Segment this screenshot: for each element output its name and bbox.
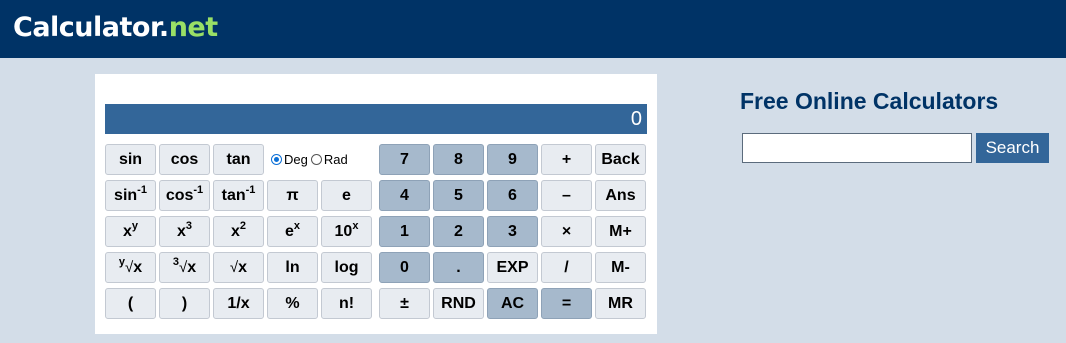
multiply-key[interactable]: × — [541, 216, 592, 247]
power-y-key[interactable]: xy — [105, 216, 156, 247]
sidebar-title: Free Online Calculators — [740, 88, 999, 114]
decimal-point-key[interactable]: . — [433, 252, 484, 283]
digit-5-key[interactable]: 5 — [433, 180, 484, 211]
digit-9-key[interactable]: 9 — [487, 144, 538, 175]
arcsin-key[interactable]: sin -1 — [105, 180, 156, 211]
random-key[interactable]: RND — [433, 288, 484, 319]
sin-key[interactable]: sin — [105, 144, 156, 175]
search-input[interactable] — [742, 133, 972, 163]
backspace-key[interactable]: Back — [595, 144, 646, 175]
percent-key[interactable]: % — [267, 288, 318, 319]
tan-key[interactable]: tan — [213, 144, 264, 175]
open-paren-key[interactable]: ( — [105, 288, 156, 319]
rad-radio-button[interactable] — [310, 154, 322, 165]
top-header-bar: Calculator.net — [0, 0, 1066, 58]
digit-6-key[interactable]: 6 — [487, 180, 538, 211]
exp-e-key[interactable]: ex — [267, 216, 318, 247]
digit-4-key[interactable]: 4 — [379, 180, 430, 211]
answer-key[interactable]: Ans — [595, 180, 646, 211]
rad-radio-label: Rad — [323, 152, 348, 167]
digit-1-key[interactable]: 1 — [379, 216, 430, 247]
logo-word: Calculator — [13, 12, 159, 43]
divide-key[interactable]: / — [541, 252, 592, 283]
reciprocal-key[interactable]: 1/x — [213, 288, 264, 319]
natural-log-key[interactable]: ln — [267, 252, 318, 283]
all-clear-key[interactable]: AC — [487, 288, 538, 319]
deg-radio-button[interactable] — [271, 154, 282, 165]
logo-tld: net — [168, 12, 218, 43]
memory-minus-key[interactable]: M- — [595, 252, 646, 283]
minus-key[interactable]: – — [541, 180, 592, 211]
square-root-key[interactable]: √ x — [213, 252, 264, 283]
arctan-key[interactable]: tan -1 — [213, 180, 264, 211]
yth-root-key[interactable]: y √ x — [105, 252, 156, 283]
arccos-key[interactable]: cos -1 — [159, 180, 210, 211]
memory-plus-key[interactable]: M+ — [595, 216, 646, 247]
digit-0-key[interactable]: 0 — [379, 252, 430, 283]
logo-dot: . — [158, 12, 169, 43]
search-button[interactable]: Search — [976, 133, 1049, 163]
scientific-calculator: 0 sin cos tan Deg Rad 7 8 9 + Back sin -1… — [95, 74, 657, 334]
memory-recall-key[interactable]: MR — [595, 288, 646, 319]
digit-3-key[interactable]: 3 — [487, 216, 538, 247]
angle-mode-selector: Deg Rad — [267, 144, 358, 175]
calculator-display: 0 — [105, 104, 647, 134]
log-key[interactable]: log — [321, 252, 372, 283]
rad-radio-option[interactable]: Rad — [310, 152, 348, 167]
cube-root-key[interactable]: 3 √ x — [159, 252, 210, 283]
pi-key[interactable]: π — [267, 180, 318, 211]
euler-e-key[interactable]: e — [321, 180, 372, 211]
factorial-key[interactable]: n! — [321, 288, 372, 319]
deg-radio-option[interactable]: Deg — [271, 152, 308, 167]
exp-notation-key[interactable]: EXP — [487, 252, 538, 283]
plus-key[interactable]: + — [541, 144, 592, 175]
digit-2-key[interactable]: 2 — [433, 216, 484, 247]
site-logo[interactable]: Calculator.net — [13, 11, 218, 45]
plus-minus-key[interactable]: ± — [379, 288, 430, 319]
deg-radio-label: Deg — [284, 152, 308, 167]
cube-key[interactable]: x3 — [159, 216, 210, 247]
close-paren-key[interactable]: ) — [159, 288, 210, 319]
square-key[interactable]: x2 — [213, 216, 264, 247]
digit-8-key[interactable]: 8 — [433, 144, 484, 175]
cos-key[interactable]: cos — [159, 144, 210, 175]
digit-7-key[interactable]: 7 — [379, 144, 430, 175]
power-of-ten-key[interactable]: 10 x — [321, 216, 372, 247]
equals-key[interactable]: = — [541, 288, 592, 319]
